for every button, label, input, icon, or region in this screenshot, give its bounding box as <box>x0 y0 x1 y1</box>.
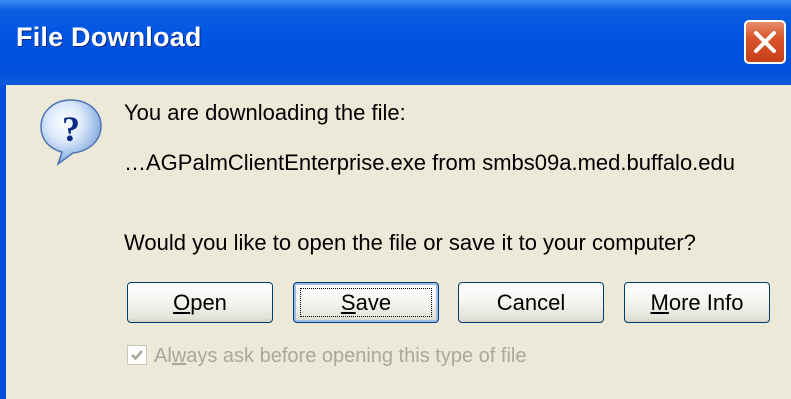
save-button-label: ave <box>355 290 392 315</box>
open-button[interactable]: Open <box>127 282 273 323</box>
always-ask-label-post: ays ask before opening this type of file <box>186 345 527 367</box>
more-info-button[interactable]: More Info <box>624 282 770 323</box>
open-button-accelerator: O <box>173 290 191 315</box>
question-text: Would you like to open the file or save … <box>124 230 696 255</box>
close-button[interactable] <box>744 20 786 64</box>
always-ask-label[interactable]: Always ask before opening this type of f… <box>154 345 526 368</box>
title-bar[interactable]: File Download <box>0 0 791 85</box>
checkmark-icon <box>131 350 143 361</box>
always-ask-checkbox[interactable] <box>127 345 147 365</box>
more-info-accelerator: M <box>650 290 669 315</box>
always-ask-label-pre: Al <box>154 345 172 367</box>
window-title: File Download <box>16 22 202 52</box>
open-button-label: pen <box>190 290 227 315</box>
cancel-button[interactable]: Cancel <box>458 282 604 323</box>
question-icon: ? <box>40 99 102 166</box>
svg-text:?: ? <box>62 109 80 149</box>
save-button-accelerator: S <box>340 290 356 315</box>
file-name-text: …AGPalmClientEnterprise.exe from smbs09a… <box>124 150 735 175</box>
more-info-label: ore Info <box>668 290 744 315</box>
close-icon <box>754 31 776 53</box>
always-ask-accelerator: w <box>171 345 187 367</box>
file-download-dialog: File Download ? You are downloading the … <box>0 0 791 399</box>
download-intro-text: You are downloading the file: <box>124 100 406 125</box>
save-button[interactable]: Save <box>293 282 439 323</box>
